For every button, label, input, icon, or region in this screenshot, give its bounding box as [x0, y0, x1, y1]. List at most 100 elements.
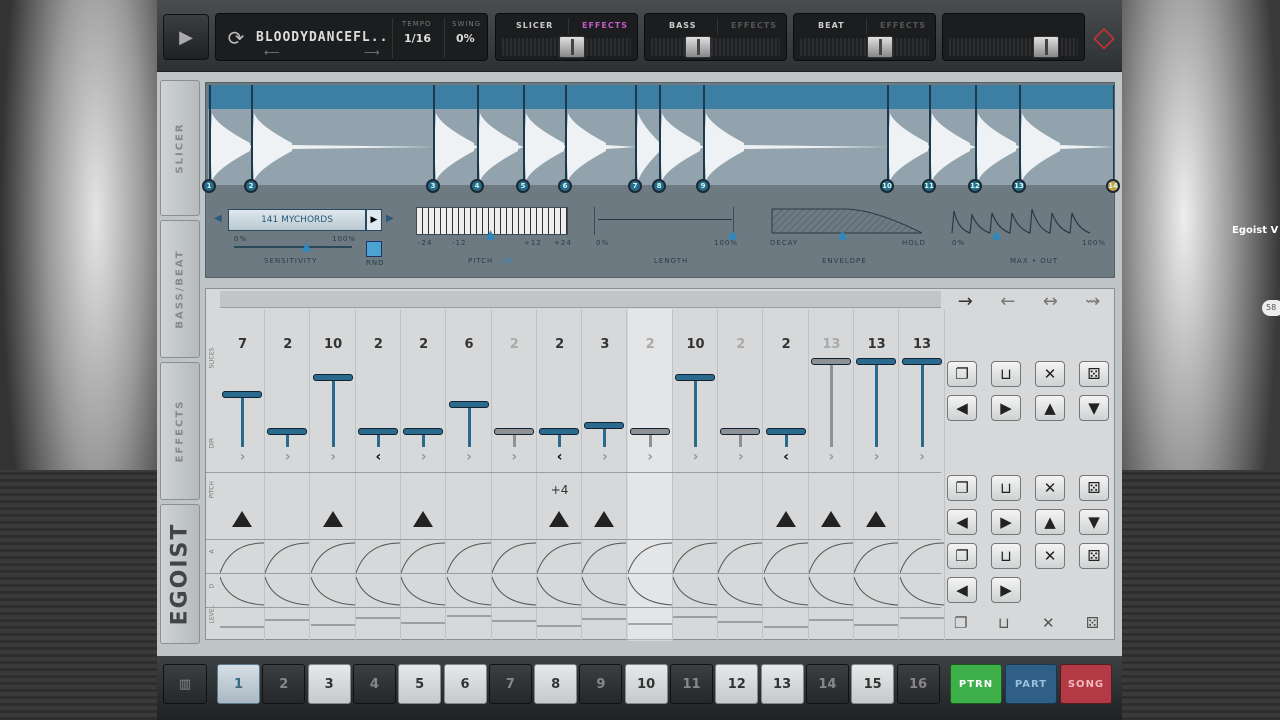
- part-button[interactable]: PART: [1005, 664, 1057, 704]
- step-column[interactable]: 7 ›: [220, 309, 265, 641]
- random-icon[interactable]: ⚄: [1079, 475, 1109, 501]
- envelope-handle[interactable]: ▲: [838, 227, 847, 241]
- pattern-pad[interactable]: 1: [217, 664, 260, 704]
- max-out-graph[interactable]: [950, 207, 1102, 235]
- step-slice-handle[interactable]: [720, 428, 761, 435]
- tempo-value[interactable]: 1/16: [404, 32, 431, 45]
- shift-up-icon[interactable]: ▲: [1035, 395, 1065, 421]
- beat-volume-fader[interactable]: [800, 38, 929, 56]
- pattern-pad[interactable]: 7: [488, 664, 532, 704]
- step-column[interactable]: 2 ›: [401, 309, 447, 641]
- shift-left-icon[interactable]: ◀: [947, 509, 977, 535]
- pattern-pad[interactable]: 12: [715, 664, 759, 704]
- step-column[interactable]: 2 ›: [265, 309, 311, 641]
- copy-icon[interactable]: ❐: [947, 475, 977, 501]
- reverse-chevron-icon[interactable]: ‹: [764, 449, 809, 465]
- step-slice-handle[interactable]: [584, 422, 625, 429]
- slicer-effects-label[interactable]: EFFECTS: [582, 21, 628, 30]
- slice-marker[interactable]: 10: [880, 179, 894, 193]
- forward-chevron-icon[interactable]: ›: [447, 449, 492, 465]
- slice-marker[interactable]: 8: [652, 179, 666, 193]
- global-paste-icon[interactable]: ⊔: [998, 614, 1010, 632]
- preset-play-icon[interactable]: ▶: [366, 209, 382, 231]
- preset-next-icon[interactable]: ▶: [386, 213, 394, 224]
- step-slice-number[interactable]: 2: [356, 337, 401, 352]
- step-slice-handle[interactable]: [539, 428, 580, 435]
- max-out-handle[interactable]: ▲: [992, 227, 1001, 241]
- step-envelope[interactable]: [718, 541, 763, 641]
- step-slice-handle[interactable]: [810, 358, 851, 365]
- step-slice-number[interactable]: 3: [582, 337, 627, 352]
- slicer-fader-knob[interactable]: [559, 36, 585, 58]
- tab-egoist[interactable]: EGOIST: [160, 504, 200, 644]
- step-slice-handle[interactable]: [675, 374, 715, 381]
- global-random-icon[interactable]: ⚄: [1086, 614, 1099, 632]
- bass-fader-knob[interactable]: [685, 36, 711, 58]
- play-button[interactable]: ▶: [163, 14, 209, 60]
- pattern-pad[interactable]: 14: [805, 664, 849, 704]
- step-envelope[interactable]: [627, 541, 673, 641]
- step-envelope[interactable]: [446, 541, 492, 641]
- step-slice-handle[interactable]: [222, 391, 262, 398]
- copy-icon[interactable]: ❐: [947, 543, 977, 569]
- pitch-triangle-icon[interactable]: [232, 511, 252, 527]
- random-icon[interactable]: ⚄: [1079, 543, 1109, 569]
- pitch-triangle-icon[interactable]: [820, 511, 841, 527]
- tab-bass-beat[interactable]: BASS/BEAT: [160, 220, 200, 358]
- forward-chevron-icon[interactable]: ›: [809, 449, 854, 465]
- step-slice-handle[interactable]: [901, 358, 942, 365]
- random-icon[interactable]: ⚄: [1079, 361, 1109, 387]
- sensitivity-slider[interactable]: [234, 246, 352, 248]
- song-button[interactable]: SONG: [1060, 664, 1112, 704]
- step-envelope[interactable]: [763, 541, 809, 641]
- step-slice-handle[interactable]: [267, 428, 308, 435]
- song-box[interactable]: ⟳ BLOODYDANCEFL.. ⟵ ⟶ TEMPO 1/16 SWING 0…: [215, 13, 488, 61]
- cycle-icon[interactable]: ⟳: [222, 22, 250, 54]
- step-slice-number[interactable]: 6: [447, 337, 492, 352]
- pattern-pad[interactable]: 3: [307, 664, 351, 704]
- pitch-triangle-icon[interactable]: [866, 511, 887, 527]
- step-column[interactable]: 6 ›: [446, 309, 492, 641]
- pattern-pad[interactable]: 16: [896, 664, 940, 704]
- forward-chevron-icon[interactable]: ›: [673, 449, 718, 465]
- pattern-pad[interactable]: 2: [262, 664, 306, 704]
- slice-marker[interactable]: 9: [696, 179, 710, 193]
- beat-channel-name[interactable]: BEAT: [818, 21, 845, 30]
- step-envelope[interactable]: [537, 541, 582, 641]
- step-column[interactable]: 2 ›: [718, 309, 764, 641]
- shift-left-icon[interactable]: ◀: [947, 577, 977, 603]
- backward-arrow-icon[interactable]: ←: [1000, 291, 1015, 313]
- step-slice-number[interactable]: 2: [718, 337, 763, 352]
- slicer-channel-name[interactable]: SLICER: [516, 21, 553, 30]
- swing-value[interactable]: 0%: [456, 32, 475, 45]
- pitch-triangle-icon[interactable]: [775, 511, 796, 527]
- paste-icon[interactable]: ⊔: [991, 543, 1021, 569]
- length-display[interactable]: [594, 207, 734, 235]
- waveform[interactable]: [208, 85, 1114, 185]
- clear-icon[interactable]: ✕: [1035, 543, 1065, 569]
- step-envelope[interactable]: [854, 541, 899, 641]
- next-song-icon[interactable]: ⟶: [364, 46, 380, 59]
- global-copy-icon[interactable]: ❐: [954, 614, 967, 632]
- pingpong-arrow-icon[interactable]: ↔: [1043, 291, 1058, 313]
- step-slice-handle[interactable]: [312, 374, 353, 381]
- shift-right-icon[interactable]: ▶: [991, 395, 1021, 421]
- bass-channel-name[interactable]: BASS: [669, 21, 696, 30]
- forward-chevron-icon[interactable]: ›: [492, 449, 537, 465]
- step-column[interactable]: 13 ›: [899, 309, 945, 641]
- ptrn-button[interactable]: PTRN: [950, 664, 1002, 704]
- reverse-chevron-icon[interactable]: ‹: [537, 449, 582, 465]
- clear-icon[interactable]: ✕: [1035, 361, 1065, 387]
- step-envelope[interactable]: [808, 541, 854, 641]
- step-slice-number[interactable]: 10: [673, 337, 718, 352]
- step-envelope[interactable]: [582, 541, 627, 641]
- paste-icon[interactable]: ⊔: [991, 475, 1021, 501]
- clear-icon[interactable]: ✕: [1035, 475, 1065, 501]
- pattern-pad[interactable]: 6: [443, 664, 487, 704]
- tab-effects[interactable]: EFFECTS: [160, 362, 200, 500]
- step-column[interactable]: 2 ›: [491, 309, 537, 641]
- pattern-pad[interactable]: 4: [352, 664, 396, 704]
- pitch-triangle-icon[interactable]: [594, 511, 615, 527]
- forward-chevron-icon[interactable]: ›: [582, 449, 627, 465]
- copy-icon[interactable]: ❐: [947, 361, 977, 387]
